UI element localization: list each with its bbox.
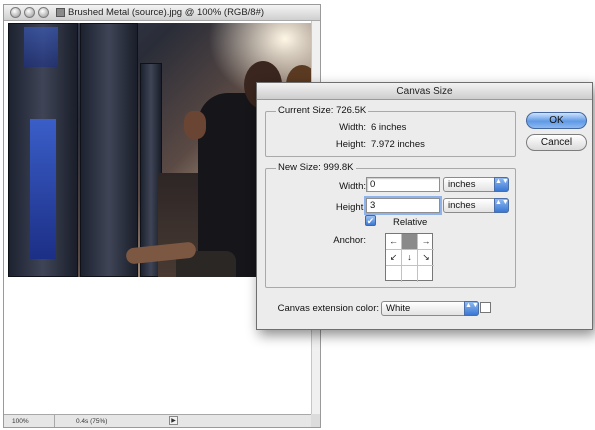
anchor-cell-top-left[interactable]: ← — [386, 234, 402, 250]
status-menu-arrow-icon[interactable]: ▶ — [169, 416, 178, 425]
minimize-window-icon[interactable] — [24, 7, 35, 18]
current-size-legend: Current Size: 726.5K — [276, 105, 369, 116]
relative-label[interactable]: Relative — [393, 217, 427, 228]
document-title: Brushed Metal (source).jpg @ 100% (RGB/8… — [68, 7, 265, 18]
extension-color-value: White — [386, 303, 411, 314]
canvas-size-dialog: Canvas Size Current Size: 726.5K Width: … — [256, 82, 593, 330]
new-height-input[interactable]: 3 — [366, 198, 440, 213]
anchor-cell-top-center[interactable] — [402, 234, 418, 250]
relative-checkbox[interactable]: ✔ — [365, 215, 376, 226]
dialog-title: Canvas Size — [396, 86, 453, 97]
image-metal-panel — [80, 23, 138, 277]
current-size-group: Current Size: 726.5K Width: 6 inches Hei… — [265, 105, 516, 157]
select-arrows-icon: ▲▼ — [494, 198, 509, 213]
current-width-label: Width: — [339, 122, 366, 133]
new-height-unit-value: inches — [448, 200, 476, 211]
anchor-grid[interactable]: ← → ↙ ↓ ↘ — [385, 233, 434, 282]
select-arrows-icon: ▲▼ — [464, 301, 479, 316]
document-info: 0.4s (75%) — [76, 418, 108, 425]
anchor-cell-bottom-right[interactable] — [418, 266, 434, 282]
extension-color-select[interactable]: White ▲▼ — [381, 301, 479, 316]
zoom-window-icon[interactable] — [38, 7, 49, 18]
resize-grip[interactable] — [311, 414, 320, 427]
current-height-value: 7.972 inches — [371, 139, 425, 150]
new-width-unit-select[interactable]: inches ▲▼ — [443, 177, 509, 192]
image-screen — [24, 27, 58, 67]
document-status-bar: 100% 0.4s (75%) ▶ — [4, 414, 320, 427]
close-window-icon[interactable] — [10, 7, 21, 18]
extension-color-swatch[interactable] — [480, 302, 491, 313]
new-height-unit-select[interactable]: inches ▲▼ — [443, 198, 509, 213]
select-arrows-icon: ▲▼ — [494, 177, 509, 192]
anchor-cell-middle-right[interactable]: ↘ — [418, 250, 434, 266]
new-width-unit-value: inches — [448, 179, 476, 190]
image-screen — [30, 119, 56, 259]
anchor-label: Anchor: — [333, 235, 366, 246]
new-width-label: Width: — [339, 181, 366, 192]
new-height-label: Height: — [335, 202, 366, 213]
anchor-cell-bottom-left[interactable] — [386, 266, 402, 282]
current-height-label: Height: — [335, 139, 366, 150]
ok-button[interactable]: OK — [526, 112, 587, 129]
new-size-legend: New Size: 999.8K — [276, 162, 356, 173]
document-proxy-icon[interactable] — [56, 8, 65, 17]
image-hand — [184, 111, 206, 139]
cancel-button[interactable]: Cancel — [526, 134, 587, 151]
document-titlebar[interactable]: Brushed Metal (source).jpg @ 100% (RGB/8… — [4, 5, 320, 21]
anchor-cell-bottom-center[interactable] — [402, 266, 418, 282]
anchor-cell-top-right[interactable]: → — [418, 234, 434, 250]
extension-color-label: Canvas extension color: — [277, 303, 379, 314]
status-divider — [54, 415, 55, 427]
anchor-cell-center[interactable]: ↓ — [402, 250, 418, 266]
new-width-input[interactable]: 0 — [366, 177, 440, 192]
dialog-titlebar[interactable]: Canvas Size — [257, 83, 592, 100]
zoom-level[interactable]: 100% — [12, 418, 29, 425]
current-width-value: 6 inches — [371, 122, 407, 133]
anchor-cell-middle-left[interactable]: ↙ — [386, 250, 402, 266]
